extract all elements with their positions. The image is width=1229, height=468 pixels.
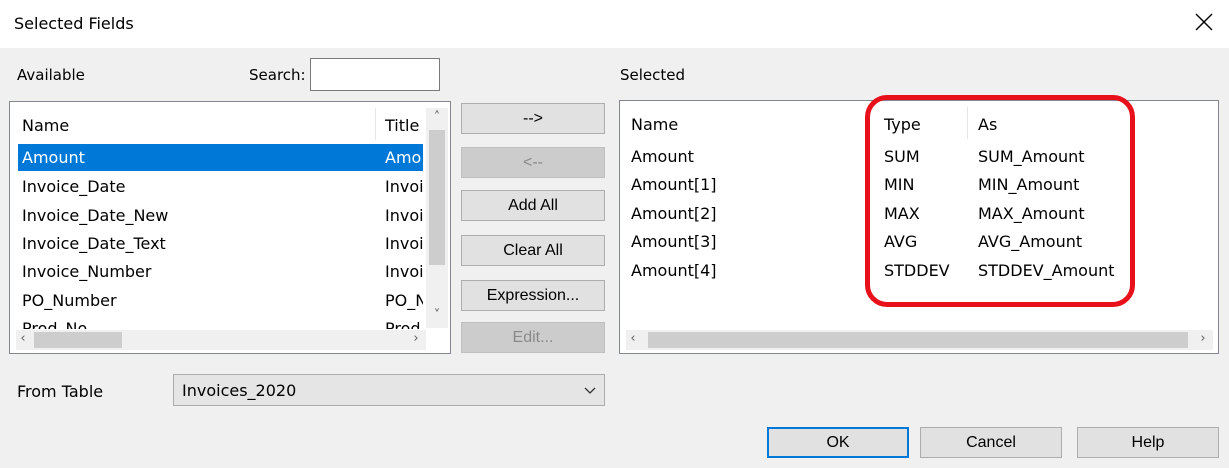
item-name: Amount[2] xyxy=(631,204,717,223)
search-label: Search: xyxy=(249,66,306,84)
scroll-up-icon[interactable]: ˄ xyxy=(426,110,448,125)
remove-button[interactable]: <-- xyxy=(461,147,605,178)
add-all-button[interactable]: Add All xyxy=(461,190,605,221)
item-title: Invoi xyxy=(385,206,423,225)
item-name: Invoice_Date_Text xyxy=(22,234,166,253)
item-name: Amount[3] xyxy=(631,232,717,251)
title-bar xyxy=(0,0,1229,48)
cancel-button[interactable]: Cancel xyxy=(920,427,1062,458)
chevron-down-icon xyxy=(584,387,596,394)
search-input[interactable] xyxy=(310,58,440,91)
from-table-label: From Table xyxy=(17,382,104,401)
list-item[interactable]: Prod_No Prod xyxy=(18,315,423,329)
item-title: Invoi xyxy=(385,177,423,196)
item-name: PO_Number xyxy=(22,291,117,310)
column-separator[interactable] xyxy=(375,108,376,140)
list-item[interactable]: Amount Amo xyxy=(18,144,423,171)
item-title: Invoi xyxy=(385,234,423,253)
item-name: Amount[1] xyxy=(631,175,717,194)
item-title: Amo xyxy=(385,148,422,167)
horizontal-scrollbar[interactable]: ‹ › xyxy=(626,330,1213,350)
horizontal-scrollbar[interactable]: ‹ › xyxy=(16,330,426,350)
available-label: Available xyxy=(17,66,85,84)
column-header-name[interactable]: Name xyxy=(631,115,678,134)
window-title: Selected Fields xyxy=(14,14,134,33)
item-name: Amount xyxy=(631,147,694,166)
list-item[interactable]: PO_Number PO_N xyxy=(18,287,423,314)
scroll-thumb[interactable] xyxy=(429,130,445,265)
from-table-value: Invoices_2020 xyxy=(182,381,297,400)
highlight-box xyxy=(865,95,1135,307)
clear-all-button[interactable]: Clear All xyxy=(461,235,605,266)
edit-button[interactable]: Edit... xyxy=(461,322,605,353)
add-button[interactable]: --> xyxy=(461,103,605,134)
list-item[interactable]: Invoice_Date Invoi xyxy=(18,173,423,200)
item-name: Invoice_Date_New xyxy=(22,206,169,225)
list-item[interactable]: Invoice_Date_Text Invoi xyxy=(18,230,423,257)
column-header-name[interactable]: Name xyxy=(22,116,69,135)
item-name: Amount[4] xyxy=(631,261,717,280)
ok-button[interactable]: OK xyxy=(767,427,909,458)
help-button[interactable]: Help xyxy=(1077,427,1219,458)
item-title: Invoi xyxy=(385,262,423,281)
item-name: Amount xyxy=(22,148,85,167)
item-name: Invoice_Date xyxy=(22,177,126,196)
scroll-right-icon[interactable]: › xyxy=(409,331,423,346)
item-name: Invoice_Number xyxy=(22,262,152,281)
scroll-thumb[interactable] xyxy=(34,332,122,348)
scroll-left-icon[interactable]: ‹ xyxy=(626,331,640,346)
item-name: Prod_No xyxy=(22,319,88,329)
column-header-title[interactable]: Title xyxy=(385,116,419,135)
selected-label: Selected xyxy=(620,66,686,84)
expression-button[interactable]: Expression... xyxy=(461,280,605,311)
item-title: Prod xyxy=(385,319,421,329)
scroll-down-icon[interactable]: ˅ xyxy=(426,308,448,323)
list-item[interactable]: Invoice_Date_New Invoi xyxy=(18,202,423,229)
vertical-scrollbar[interactable]: ˄ ˅ xyxy=(426,108,448,328)
scroll-thumb[interactable] xyxy=(648,332,1188,348)
list-item[interactable]: Invoice_Number Invoi xyxy=(18,258,423,285)
item-title: PO_N xyxy=(385,291,423,310)
close-icon[interactable] xyxy=(1192,10,1216,34)
from-table-select[interactable]: Invoices_2020 xyxy=(173,374,605,406)
scroll-left-icon[interactable]: ‹ xyxy=(16,331,30,346)
available-list[interactable]: Name Title Amount Amo Invoice_Date Invoi… xyxy=(9,101,451,354)
scroll-right-icon[interactable]: › xyxy=(1196,331,1210,346)
